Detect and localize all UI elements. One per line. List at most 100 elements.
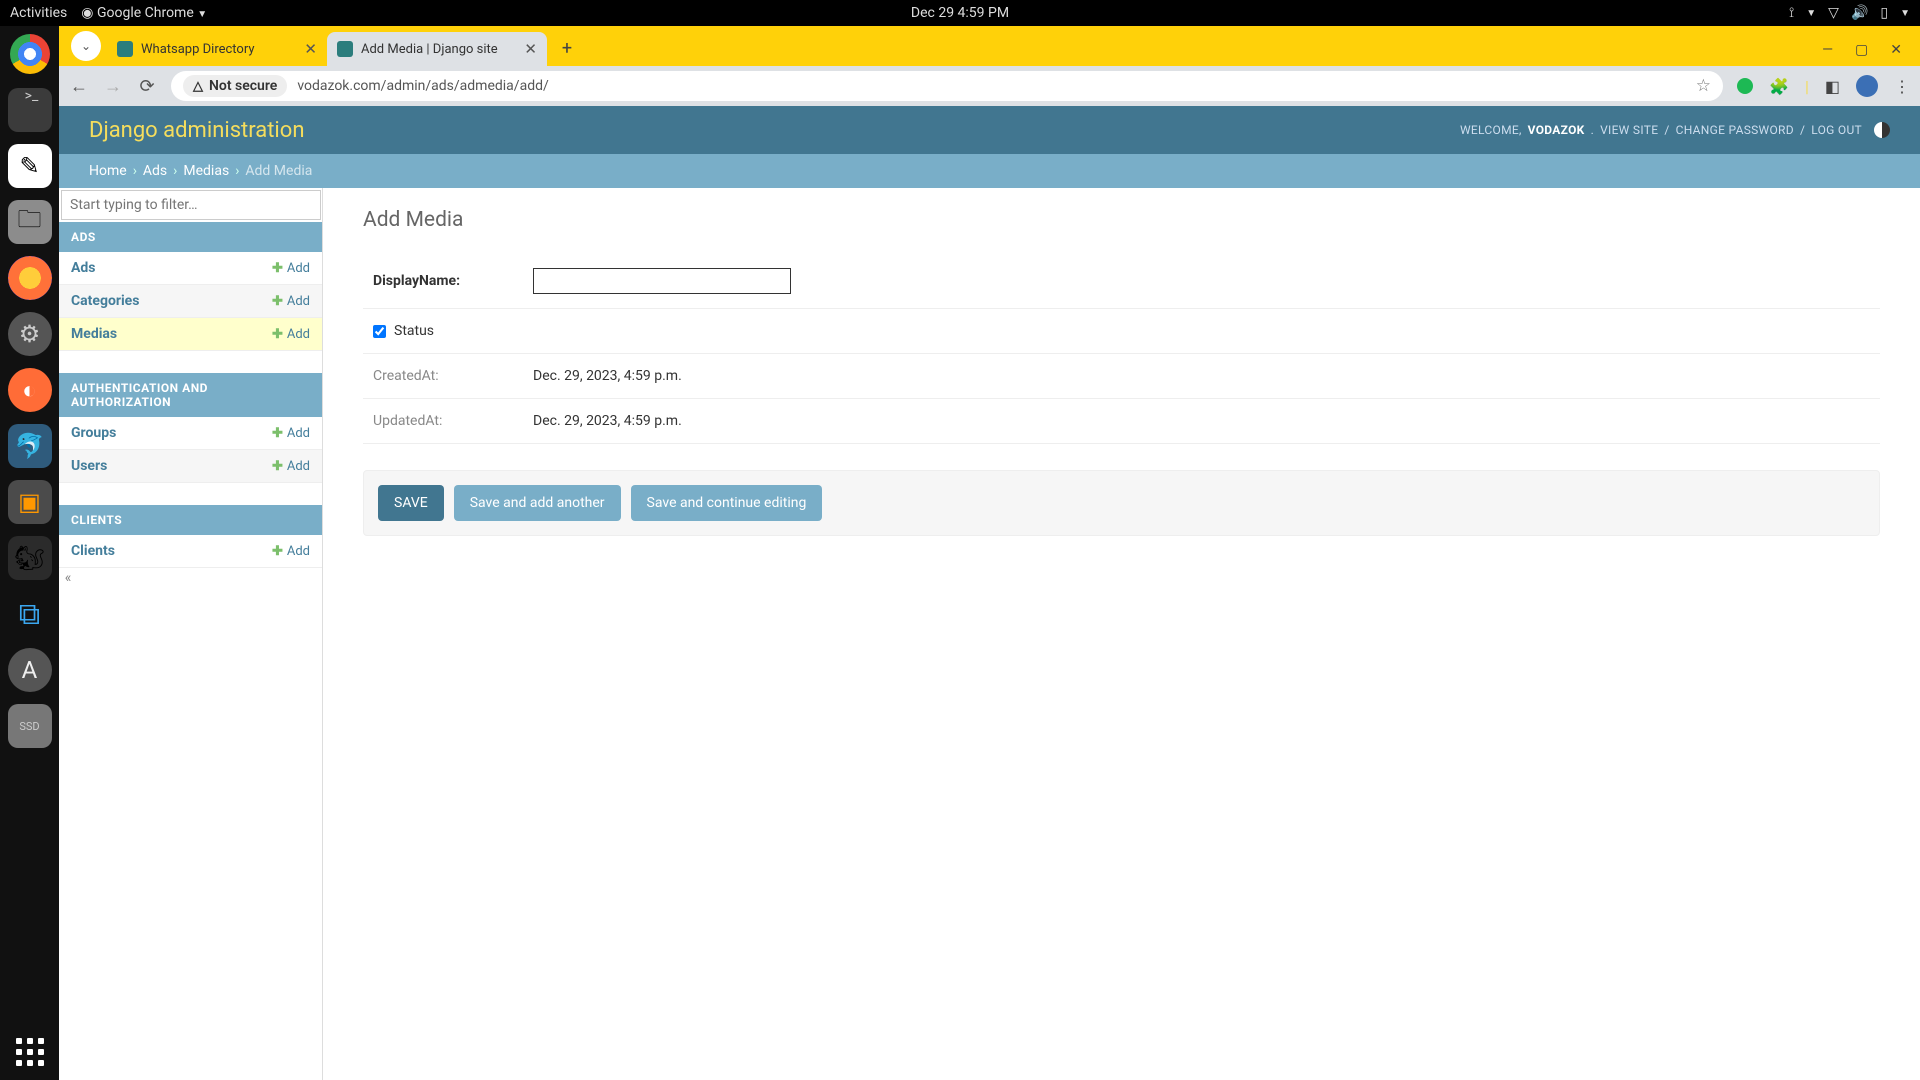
- logout-link[interactable]: LOG OUT: [1811, 123, 1862, 137]
- chevron-down-icon: ⌄: [81, 39, 91, 53]
- battery-icon[interactable]: ▯: [1880, 5, 1888, 21]
- sidebar-section-clients: CLIENTS: [59, 505, 322, 535]
- tab-add-media[interactable]: Add Media | Django site ✕: [327, 32, 547, 66]
- view-site-link[interactable]: VIEW SITE: [1600, 123, 1658, 137]
- model-name: Groups: [71, 425, 116, 441]
- warning-icon: △: [193, 79, 203, 94]
- dock-vscode-icon[interactable]: ⧉: [8, 592, 52, 636]
- welcome-text: WELCOME,: [1460, 123, 1522, 137]
- user-tools: WELCOME, VODAZOK. VIEW SITE / CHANGE PAS…: [1460, 122, 1890, 138]
- dock-dbeaver-icon[interactable]: 🐿: [8, 536, 52, 580]
- status-label: Status: [394, 323, 434, 339]
- address-bar[interactable]: △ Not secure vodazok.com/admin/ads/admed…: [171, 71, 1723, 101]
- profile-avatar[interactable]: [1856, 75, 1878, 97]
- gnome-top-bar: Activities ◉ Google Chrome ▼ Dec 29 4:59…: [0, 0, 1920, 26]
- field-displayname: DisplayName:: [363, 254, 1880, 309]
- forward-button: →: [103, 76, 123, 97]
- field-createdat: CreatedAt: Dec. 29, 2023, 4:59 p.m.: [363, 354, 1880, 399]
- sidebar-item-groups[interactable]: Groups ✚Add: [59, 417, 322, 450]
- extensions-puzzle-icon[interactable]: 🧩: [1769, 77, 1789, 96]
- page-title: Add Media: [363, 208, 1880, 232]
- save-continue-button[interactable]: Save and continue editing: [631, 485, 823, 521]
- breadcrumb-home[interactable]: Home: [89, 163, 127, 179]
- add-link[interactable]: ✚Add: [272, 261, 310, 276]
- dock-sublime-icon[interactable]: ▣: [8, 480, 52, 524]
- change-password-link[interactable]: CHANGE PASSWORD: [1676, 123, 1794, 137]
- wifi-icon[interactable]: ▽: [1828, 5, 1839, 21]
- model-name: Ads: [71, 260, 95, 276]
- window-maximize-button[interactable]: ▢: [1855, 42, 1868, 58]
- add-link[interactable]: ✚Add: [272, 544, 310, 559]
- admin-sidebar: ADS Ads ✚Add Categories ✚Add Medias ✚Add…: [59, 188, 323, 1080]
- breadcrumb-app[interactable]: Ads: [143, 163, 167, 179]
- sidepanel-icon[interactable]: ◧: [1825, 77, 1840, 96]
- displayname-input[interactable]: [533, 268, 791, 294]
- dock-texteditor-icon[interactable]: ✎: [8, 144, 52, 188]
- dock-terminal-icon[interactable]: >_: [8, 88, 52, 132]
- dock-settings-icon[interactable]: ⚙: [8, 312, 52, 356]
- sidebar-item-clients[interactable]: Clients ✚Add: [59, 535, 322, 568]
- activities-button[interactable]: Activities: [10, 5, 67, 21]
- dock-apps-grid-icon[interactable]: [16, 1038, 44, 1066]
- dock-disk-icon[interactable]: SSD: [8, 704, 52, 748]
- status-checkbox[interactable]: [373, 325, 386, 338]
- add-link[interactable]: ✚Add: [272, 426, 310, 441]
- createdat-value: Dec. 29, 2023, 4:59 p.m.: [533, 368, 682, 384]
- sidebar-filter-input[interactable]: [61, 190, 321, 220]
- model-name: Users: [71, 458, 107, 474]
- sidebar-item-medias[interactable]: Medias ✚Add: [59, 318, 322, 351]
- chevron-down-icon: ▼: [197, 9, 207, 20]
- active-app-menu[interactable]: ◉ Google Chrome ▼: [81, 5, 207, 21]
- username: VODAZOK: [1528, 123, 1585, 137]
- updatedat-label: UpdatedAt:: [373, 413, 533, 429]
- security-chip[interactable]: △ Not secure: [183, 75, 287, 97]
- plus-icon: ✚: [272, 327, 283, 342]
- chrome-menu-icon[interactable]: ⋮: [1894, 77, 1910, 96]
- chrome-indicator-icon: ◉: [81, 5, 97, 21]
- sidebar-section-auth: AUTHENTICATION AND AUTHORIZATION: [59, 373, 322, 417]
- breadcrumb-model[interactable]: Medias: [183, 163, 229, 179]
- tab-search-button[interactable]: ⌄: [71, 31, 101, 61]
- dock-firefox-icon[interactable]: [8, 256, 52, 300]
- volume-icon[interactable]: 🔊: [1851, 5, 1868, 21]
- save-button[interactable]: SAVE: [378, 485, 444, 521]
- sidebar-item-categories[interactable]: Categories ✚Add: [59, 285, 322, 318]
- site-brand[interactable]: Django administration: [89, 118, 304, 143]
- back-button[interactable]: ←: [69, 76, 89, 97]
- dock-postman-icon[interactable]: ◐: [8, 368, 52, 412]
- reload-button[interactable]: ⟳: [137, 76, 157, 97]
- sidebar-item-users[interactable]: Users ✚Add: [59, 450, 322, 483]
- save-add-another-button[interactable]: Save and add another: [454, 485, 621, 521]
- chevron-down-icon: ▼: [1900, 8, 1910, 19]
- plus-icon: ✚: [272, 426, 283, 441]
- clock[interactable]: Dec 29 4:59 PM: [911, 5, 1009, 21]
- add-link[interactable]: ✚Add: [272, 294, 310, 309]
- dock-mysql-icon[interactable]: 🐬: [8, 424, 52, 468]
- window-minimize-button[interactable]: —: [1822, 42, 1833, 58]
- close-icon[interactable]: ✕: [304, 40, 317, 58]
- dock-updater-icon[interactable]: A: [8, 648, 52, 692]
- django-header: Django administration WELCOME, VODAZOK. …: [59, 106, 1920, 154]
- field-status: Status: [363, 309, 1880, 354]
- plus-icon: ✚: [272, 294, 283, 309]
- tab-title: Add Media | Django site: [361, 42, 498, 57]
- new-tab-button[interactable]: +: [553, 34, 581, 62]
- theme-toggle-icon[interactable]: [1874, 122, 1890, 138]
- add-link[interactable]: ✚Add: [272, 327, 310, 342]
- model-name: Clients: [71, 543, 115, 559]
- window-close-button[interactable]: ✕: [1890, 42, 1902, 58]
- model-name: Categories: [71, 293, 139, 309]
- bookmark-star-icon[interactable]: ☆: [1696, 76, 1711, 96]
- tab-whatsapp-directory[interactable]: Whatsapp Directory ✕: [107, 32, 327, 66]
- breadcrumb: Home › Ads › Medias › Add Media: [59, 154, 1920, 188]
- dock-chrome-icon[interactable]: [8, 32, 52, 76]
- dock-files-icon[interactable]: 🗀: [8, 200, 52, 244]
- createdat-label: CreatedAt:: [373, 368, 533, 384]
- add-link[interactable]: ✚Add: [272, 459, 310, 474]
- extension-icon[interactable]: [1737, 78, 1753, 94]
- accessibility-icon[interactable]: ⟟: [1789, 5, 1794, 21]
- model-name: Medias: [71, 326, 117, 342]
- sidebar-collapse-button[interactable]: «: [59, 570, 77, 586]
- sidebar-item-ads[interactable]: Ads ✚Add: [59, 252, 322, 285]
- close-icon[interactable]: ✕: [524, 40, 537, 58]
